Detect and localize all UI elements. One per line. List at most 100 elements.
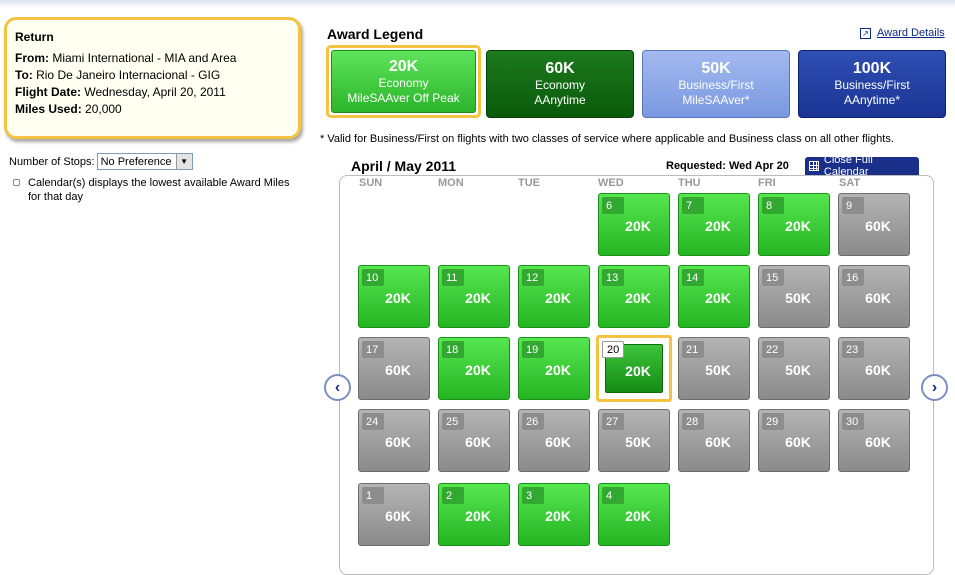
calendar-day-cell[interactable]: 3 20K [518,483,590,546]
previous-month-button[interactable]: ‹ [324,374,351,401]
day-number: 10 [362,269,384,286]
day-miles: 60K [785,434,811,450]
return-summary-box: Return From: Miami International - MIA a… [4,17,301,139]
calendar-day-cell[interactable]: 27 50K [598,409,670,472]
calendar-day-cell[interactable]: 13 20K [598,265,670,328]
day-number: 15 [762,269,784,286]
day-number: 23 [842,341,864,358]
chevron-right-icon: › [931,378,938,396]
calendar-day-cell[interactable]: 12 20K [518,265,590,328]
award-details-link[interactable]: ↗ Award Details [860,27,945,39]
day-miles: 20K [785,218,811,234]
flight-date-row: Flight Date: Wednesday, April 20, 2011 [15,85,226,99]
legend-business-milesaaver[interactable]: 50K Business/First MileSAAver* [642,50,790,118]
calendar-day-cell[interactable]: 24 60K [358,409,430,472]
calendar-day-cell[interactable]: 7 20K [678,193,750,256]
calendar-day-cell[interactable]: 17 60K [358,337,430,400]
day-number: 14 [682,269,704,286]
day-miles: 20K [545,290,571,306]
close-full-calendar-button[interactable]: Close Full Calendar [805,154,919,178]
day-number: 30 [842,413,864,430]
from-row: From: Miami International - MIA and Area [15,51,237,65]
legend-footnote: * Valid for Business/First on flights wi… [320,133,894,145]
calendar-day-cell[interactable]: 22 50K [758,337,830,400]
calendar-note-text: Calendar(s) displays the lowest availabl… [28,177,290,203]
calendar-day-cell[interactable]: 18 20K [438,337,510,400]
day-miles: 60K [705,434,731,450]
calendar-day-cell[interactable]: 30 60K [838,409,910,472]
day-number: 24 [362,413,384,430]
day-miles: 50K [625,434,651,450]
day-number: 12 [522,269,544,286]
requested-date: Requested: Wed Apr 20 [666,160,789,172]
day-number: 25 [442,413,464,430]
legend-business-aanytime[interactable]: 100K Business/First AAnytime* [798,50,946,118]
calendar-day-cell[interactable]: 14 20K [678,265,750,328]
weekday-wed: WED [598,177,624,189]
legend-value: 50K [701,60,731,77]
day-number: 21 [682,341,704,358]
calendar-day-cell[interactable]: 19 20K [518,337,590,400]
day-miles: 60K [865,434,891,450]
legend-economy-aanytime[interactable]: 60K Economy AAnytime [486,50,634,118]
miles-used-row: Miles Used: 20,000 [15,102,122,116]
day-miles: 20K [625,218,651,234]
legend-line1: Economy [378,75,429,90]
award-details-text[interactable]: Award Details [877,27,945,39]
calendar-day-cell[interactable]: 4 20K [598,483,670,546]
calendar-day-cell[interactable]: 23 60K [838,337,910,400]
calendar-day-cell[interactable]: 28 60K [678,409,750,472]
calendar-day-cell[interactable]: 15 50K [758,265,830,328]
legend-value: 20K [388,57,419,75]
chevron-left-icon: ‹ [334,378,341,396]
calendar-day-cell[interactable]: 9 60K [838,193,910,256]
calendar-day-cell[interactable]: 25 60K [438,409,510,472]
weekday-mon: MON [438,177,464,189]
day-miles: 60K [465,434,491,450]
calendar-day-cell[interactable]: 16 60K [838,265,910,328]
calendar-day-cell[interactable]: 26 60K [518,409,590,472]
day-miles: 20K [545,362,571,378]
calendar-day-cell[interactable]: 11 20K [438,265,510,328]
day-number: 18 [442,341,464,358]
calendar-day-cell[interactable]: 10 20K [358,265,430,328]
weekday-fri: FRI [758,177,776,189]
day-miles: 60K [865,362,891,378]
day-miles: 60K [865,290,891,306]
day-miles: 20K [625,508,651,524]
return-title: Return [15,30,54,44]
calendar-day-cell[interactable]: 29 60K [758,409,830,472]
day-miles: 20K [705,218,731,234]
day-miles: 60K [385,508,411,524]
day-miles: 20K [625,363,651,379]
calendar-day-cell[interactable]: 8 20K [758,193,830,256]
stops-select-value: No Preference [100,155,172,168]
day-number: 8 [762,197,784,214]
day-miles: 60K [865,218,891,234]
day-number: 9 [842,197,864,214]
legend-economy-milesaaver[interactable]: 20K Economy MileSAAver Off Peak [326,45,481,118]
external-link-icon: ↗ [860,27,871,39]
calendar-day-cell[interactable]: 6 20K [598,193,670,256]
calendar-day-cell[interactable]: 1 60K [358,483,430,546]
day-number: 22 [762,341,784,358]
chevron-down-icon[interactable]: ▼ [175,154,192,169]
calendar-day-cell[interactable]: 21 50K [678,337,750,400]
bullet-icon [13,179,20,186]
stops-select[interactable]: No Preference ▼ [96,153,193,170]
legend-line2: AAnytime [534,93,586,107]
calendar-day-cell[interactable]: 20 20K [596,335,672,402]
day-number: 1 [362,487,384,504]
next-month-button[interactable]: › [921,374,948,401]
day-miles: 20K [385,290,411,306]
day-miles: 20K [545,508,571,524]
calendar-note: Calendar(s) displays the lowest availabl… [13,176,303,204]
top-bar [0,0,955,8]
day-miles: 20K [705,290,731,306]
legend-line2: MileSAAver Off Peak [347,90,460,105]
legend-line2: AAnytime* [843,93,901,107]
calendar-day-cell[interactable]: 2 20K [438,483,510,546]
weekday-thu: THU [678,177,701,189]
award-legend-title: Award Legend [327,26,424,42]
weekday-tue: TUE [518,177,540,189]
